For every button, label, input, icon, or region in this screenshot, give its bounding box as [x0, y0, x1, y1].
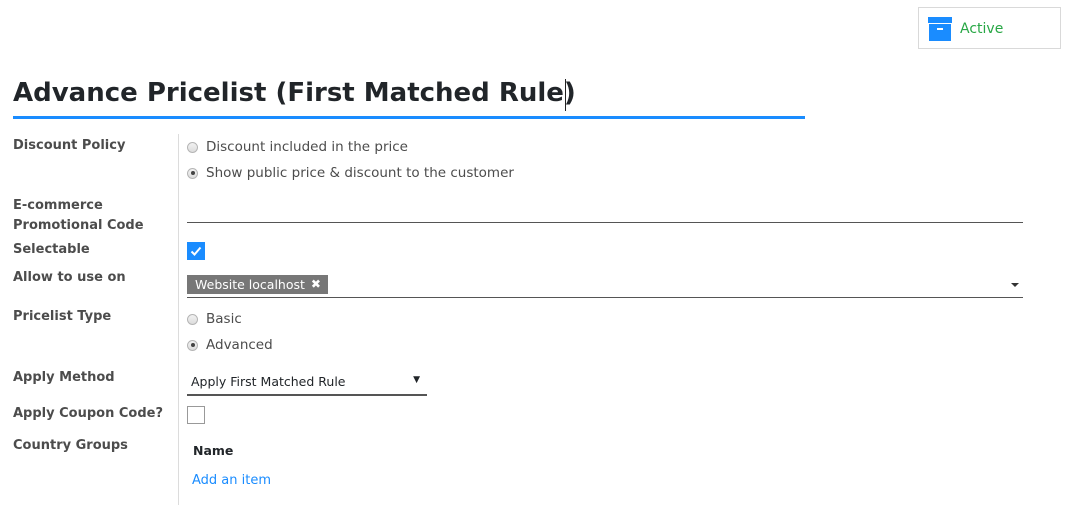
discount-policy-label: Discount Policy	[13, 138, 126, 153]
apply-method-select[interactable]: Apply First Matched Rule ▼	[187, 370, 427, 396]
apply-coupon-label: Apply Coupon Code?	[13, 406, 164, 421]
active-label: Active	[960, 21, 1004, 37]
radio-button[interactable]	[187, 141, 198, 153]
pricelist-type-option-basic[interactable]: Basic	[187, 310, 242, 328]
tag-label: Website localhost	[195, 277, 305, 292]
country-groups-label: Country Groups	[13, 438, 128, 453]
close-icon[interactable]: ✖	[311, 275, 321, 294]
page-title[interactable]: Advance Pricelist (First Matched Rule)	[13, 78, 576, 108]
selectable-label: Selectable	[13, 242, 90, 257]
name-column-header[interactable]: Name	[193, 443, 233, 458]
radio-label: Show public price & discount to the cust…	[206, 165, 514, 181]
allow-to-use-on-label: Allow to use on	[13, 270, 126, 285]
discount-policy-option-show-public[interactable]: Show public price & discount to the cust…	[187, 164, 514, 182]
promo-code-input[interactable]	[187, 201, 1023, 223]
website-tag: Website localhost ✖	[187, 275, 328, 294]
radio-button[interactable]	[187, 313, 198, 325]
pricelist-type-label: Pricelist Type	[13, 309, 112, 324]
apply-coupon-checkbox[interactable]	[187, 406, 205, 424]
select-value: Apply First Matched Rule	[191, 374, 346, 389]
discount-policy-option-included[interactable]: Discount included in the price	[187, 138, 408, 156]
add-item-link[interactable]: Add an item	[192, 473, 271, 488]
promo-code-label-line1: E-commerce	[13, 198, 103, 213]
pricelist-type-option-advanced[interactable]: Advanced	[187, 336, 273, 354]
radio-button[interactable]	[187, 339, 198, 351]
website-tags-field[interactable]: Website localhost ✖	[187, 274, 1023, 298]
text-cursor	[565, 79, 566, 111]
radio-label: Advanced	[206, 337, 273, 353]
checkmark-icon	[190, 246, 202, 256]
apply-method-label: Apply Method	[13, 370, 115, 385]
label-separator	[178, 134, 179, 505]
title-underline	[13, 116, 805, 119]
chevron-down-icon: ▼	[413, 375, 420, 385]
radio-button[interactable]	[187, 167, 198, 179]
selectable-checkbox[interactable]	[187, 242, 205, 260]
archive-icon	[928, 17, 952, 41]
caret-down-icon[interactable]	[1011, 283, 1019, 287]
radio-label: Basic	[206, 311, 242, 327]
promo-code-label-line2: Promotional Code	[13, 218, 144, 233]
radio-label: Discount included in the price	[206, 139, 408, 155]
active-toggle-button[interactable]: Active	[918, 7, 1061, 49]
